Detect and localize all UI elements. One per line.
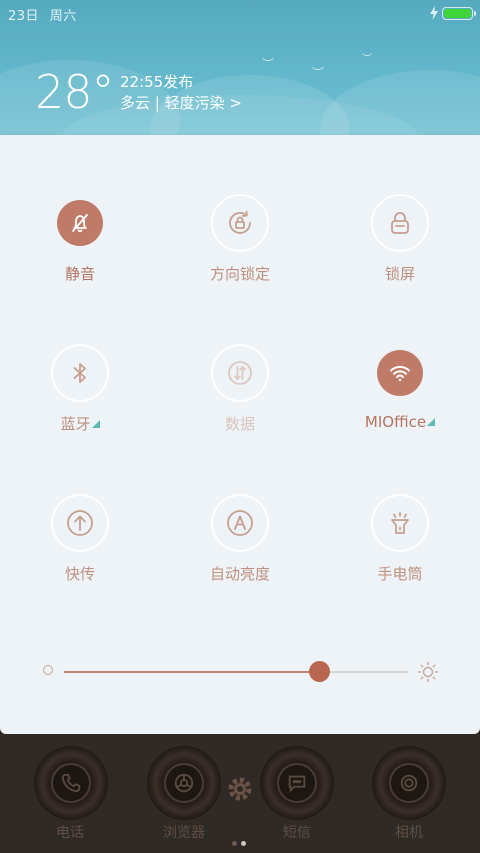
- phone-icon: [51, 763, 91, 803]
- upload-arrow-icon: [51, 494, 109, 552]
- dock-label-messages: 短信: [283, 825, 311, 841]
- status-weekday: 周六: [49, 9, 77, 24]
- brightness-slider-fill: [64, 671, 319, 673]
- dock-label-camera: 相机: [395, 825, 423, 841]
- toggle-mute[interactable]: 静音: [0, 194, 160, 304]
- dock-messages[interactable]: [260, 746, 334, 820]
- status-bar: 23日 周六: [0, 0, 480, 28]
- weather-publish-time: 22:55发布: [120, 73, 194, 91]
- submenu-corner-icon: [427, 418, 436, 426]
- message-icon: [277, 763, 317, 803]
- toggle-wifi-label: MIOffice: [320, 413, 480, 431]
- auto-a-icon: [211, 494, 269, 552]
- bluetooth-icon: [51, 344, 109, 402]
- flashlight-icon: [371, 494, 429, 552]
- rotation-lock-icon: [211, 194, 269, 252]
- status-date: 23日: [8, 9, 40, 24]
- submenu-corner-icon: [91, 420, 100, 428]
- brightness-high-icon: [417, 661, 439, 683]
- dock-label-phone: 电话: [56, 825, 84, 841]
- page-dot-active: [241, 841, 246, 846]
- bird-icon: ︶: [362, 54, 372, 65]
- dock-browser[interactable]: [147, 746, 221, 820]
- page-indicator: [232, 831, 252, 846]
- brightness-slider-thumb[interactable]: [308, 661, 330, 682]
- dock-label-browser: 浏览器: [163, 825, 205, 841]
- dock-phone[interactable]: [34, 746, 108, 820]
- temperature: 28°: [35, 65, 115, 119]
- brightness-low-icon: [43, 665, 53, 675]
- toggle-quick-share-label: 快传: [64, 565, 95, 583]
- toggle-rotation-lock-label: 方向锁定: [209, 265, 270, 283]
- charging-icon: [430, 6, 438, 20]
- browser-icon: [164, 763, 204, 803]
- toggle-data[interactable]: 数据: [160, 344, 320, 454]
- toggle-bluetooth-label: 蓝牙: [0, 413, 160, 434]
- toggle-flashlight-label: 手电筒: [377, 565, 423, 583]
- padlock-icon: [371, 194, 429, 252]
- data-arrows-icon: [211, 344, 269, 402]
- toggle-auto-brightness-label: 自动亮度: [209, 565, 270, 583]
- wifi-icon: [377, 350, 423, 396]
- toggle-lock-screen-label: 锁屏: [384, 265, 415, 283]
- toggle-rotation-lock[interactable]: 方向锁定: [160, 194, 320, 304]
- dock-camera[interactable]: [372, 746, 446, 820]
- battery-icon: [442, 7, 476, 20]
- gear-icon[interactable]: [225, 774, 255, 804]
- toggle-bluetooth[interactable]: 蓝牙: [0, 344, 160, 454]
- toggle-data-label: 数据: [224, 415, 255, 433]
- bell-off-icon: [57, 200, 103, 246]
- toggle-quick-share[interactable]: 快传: [0, 494, 160, 604]
- page-dot: [232, 841, 237, 846]
- bird-icon: ︶: [312, 66, 325, 80]
- toggle-auto-brightness[interactable]: 自动亮度: [160, 494, 320, 604]
- toggle-flashlight[interactable]: 手电筒: [320, 494, 480, 604]
- weather-header[interactable]: ︶ ︶ ︶ 23日 周六 28° 22:55发布 多云 | 轻度污染 >: [0, 0, 480, 135]
- camera-icon: [389, 763, 429, 803]
- home-dock: 电话 浏览器 短信 相机: [0, 734, 480, 853]
- bird-icon: ︶: [262, 57, 275, 71]
- toggle-mute-label: 静音: [64, 265, 95, 283]
- toggle-wifi[interactable]: MIOffice: [320, 344, 480, 454]
- brightness-slider[interactable]: [64, 661, 408, 682]
- toggle-lock-screen[interactable]: 锁屏: [320, 194, 480, 304]
- weather-condition-link[interactable]: 多云 | 轻度污染 >: [120, 92, 242, 113]
